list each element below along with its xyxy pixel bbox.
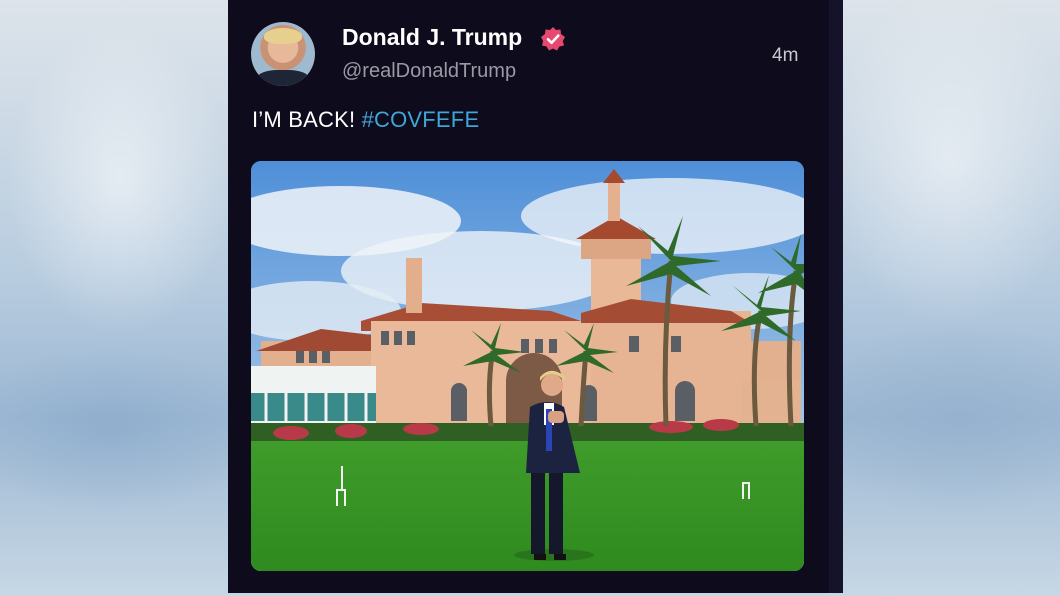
post-image[interactable] <box>251 161 804 571</box>
avatar-hair <box>264 28 302 44</box>
author-handle[interactable]: @realDonaldTrump <box>342 60 516 83</box>
verified-badge-icon <box>541 27 565 51</box>
hashtag-link[interactable]: #COVFEFE <box>362 107 480 132</box>
card-edge <box>829 0 843 593</box>
post-timestamp[interactable]: 4m <box>772 45 798 67</box>
mansion-photo <box>251 161 804 571</box>
author-name[interactable]: Donald J. Trump <box>342 24 522 51</box>
post-body: I’M BACK! <box>252 107 362 132</box>
avatar[interactable] <box>251 22 315 86</box>
avatar-suit <box>257 70 309 86</box>
post-text: I’M BACK! #COVFEFE <box>252 107 479 133</box>
